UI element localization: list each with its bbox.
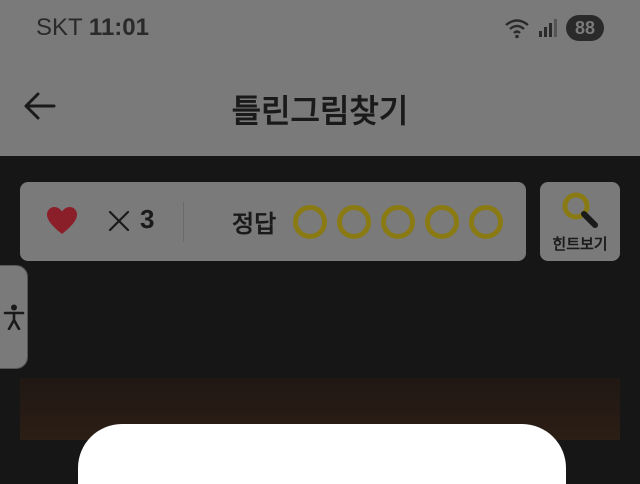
signal-icon bbox=[539, 19, 557, 37]
status-bar: SKT 11:01 88 bbox=[0, 0, 640, 56]
hint-label: 힌트보기 bbox=[552, 235, 608, 253]
bottom-sheet bbox=[78, 424, 566, 484]
status-icons: 88 bbox=[504, 14, 604, 42]
score-panel: 3 정답 bbox=[20, 182, 526, 261]
answer-slot bbox=[469, 205, 503, 239]
answer-slot bbox=[337, 205, 371, 239]
lives-count: 3 bbox=[140, 204, 155, 234]
page-title: 틀린그림찾기 bbox=[231, 92, 409, 130]
answer-slot bbox=[293, 205, 327, 239]
magnifier-icon bbox=[562, 192, 598, 228]
header: 틀린그림찾기 bbox=[0, 56, 640, 156]
carrier-name: SKT bbox=[36, 14, 83, 41]
accessibility-button[interactable] bbox=[0, 265, 28, 369]
answer-slot bbox=[381, 205, 415, 239]
answer-slots bbox=[293, 205, 503, 239]
accessibility-icon bbox=[3, 304, 25, 330]
heart-icon bbox=[47, 207, 77, 234]
answer-label: 정답 bbox=[232, 210, 277, 238]
battery-icon: 88 bbox=[566, 15, 604, 41]
status-time: 11:01 bbox=[88, 14, 149, 41]
answer-slot bbox=[425, 205, 459, 239]
hint-button[interactable]: 힌트보기 bbox=[540, 182, 620, 261]
wifi-icon bbox=[505, 19, 529, 39]
multiply-icon bbox=[108, 210, 130, 232]
status-carrier: SKT 11:01 bbox=[36, 14, 149, 42]
divider bbox=[183, 202, 184, 242]
